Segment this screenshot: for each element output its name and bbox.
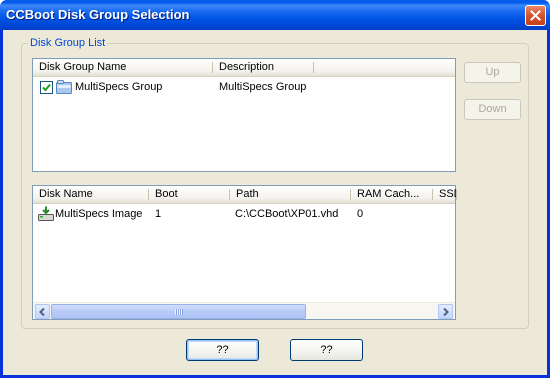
column-header-ram-cache[interactable]: RAM Cach... <box>351 186 433 203</box>
disk-list[interactable]: Disk Name Boot Path RAM Cach... SSD Mult… <box>32 185 457 320</box>
disk-path: C:\CCBoot\XP01.vhd <box>235 208 339 220</box>
disk-name: MultiSpecs Image <box>55 208 143 220</box>
dialog-window: CCBoot Disk Group Selection Disk Group L… <box>0 0 550 378</box>
window-title: CCBoot Disk Group Selection <box>6 7 190 22</box>
list-item[interactable]: MultiSpecs Group MultiSpecs Group <box>33 79 455 95</box>
column-header-disk-name[interactable]: Disk Name <box>33 186 149 203</box>
groupbox-label: Disk Group List <box>28 37 108 49</box>
disk-icon <box>38 206 54 221</box>
disk-group-icon <box>56 80 72 94</box>
up-button[interactable]: Up <box>464 62 521 83</box>
disk-ram-cache: 0 <box>357 208 364 220</box>
column-header-ssd[interactable]: SSD <box>433 186 457 203</box>
ok-button[interactable]: ?? <box>186 339 259 361</box>
disk-group-description: MultiSpecs Group <box>219 81 307 93</box>
checkmark-icon <box>42 83 51 92</box>
column-header-disk-group-name[interactable]: Disk Group Name <box>33 59 213 76</box>
disk-list-header: Disk Name Boot Path RAM Cach... SSD <box>33 186 457 204</box>
title-bar[interactable]: CCBoot Disk Group Selection <box>0 0 550 30</box>
disk-boot: 1 <box>155 208 162 220</box>
disk-group-checkbox[interactable] <box>40 81 53 94</box>
column-header-boot[interactable]: Boot <box>149 186 230 203</box>
dialog-client-area: Disk Group List Disk Group Name Descript… <box>3 30 547 375</box>
list-item[interactable]: MultiSpecs Image 1 C:\CCBoot\XP01.vhd 0 <box>33 206 455 222</box>
column-header-path[interactable]: Path <box>230 186 351 203</box>
column-header-description[interactable]: Description <box>213 59 314 76</box>
horizontal-scrollbar[interactable] <box>33 302 455 319</box>
close-icon <box>530 10 541 21</box>
chevron-left-icon <box>39 307 45 316</box>
scroll-right-button[interactable] <box>438 304 453 319</box>
grip-icon <box>174 309 183 315</box>
down-button[interactable]: Down <box>464 99 521 120</box>
disk-group-list[interactable]: Disk Group Name Description MultiSpecs G… <box>32 58 456 172</box>
disk-group-name: MultiSpecs Group <box>75 81 163 93</box>
cancel-button[interactable]: ?? <box>290 339 363 361</box>
chevron-right-icon <box>443 307 449 316</box>
scroll-thumb[interactable] <box>51 304 306 319</box>
close-button[interactable] <box>525 5 546 26</box>
scroll-left-button[interactable] <box>35 304 50 319</box>
disk-group-list-header: Disk Group Name Description <box>33 59 455 77</box>
